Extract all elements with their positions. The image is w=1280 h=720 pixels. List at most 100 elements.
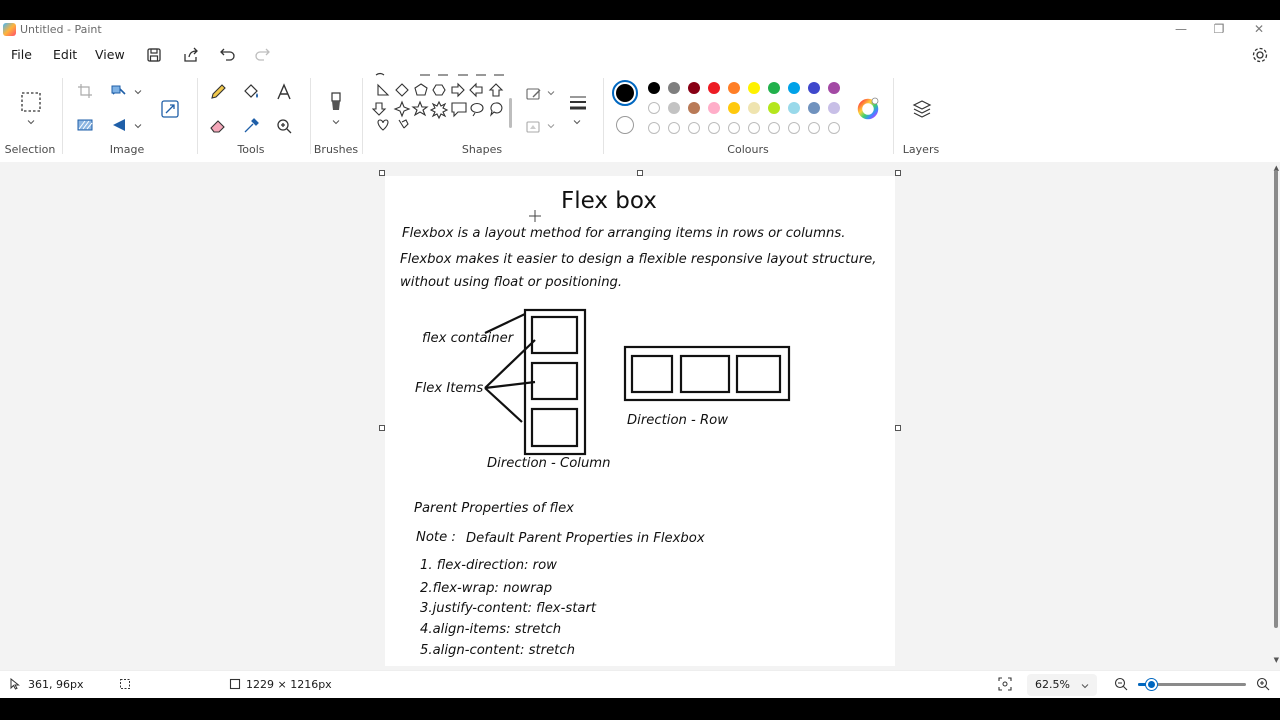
- text-tool-icon[interactable]: [274, 82, 294, 102]
- ribbon-divider: [310, 78, 311, 154]
- ribbon-divider: [362, 78, 363, 154]
- ribbon-toolbar: Selection Image Tools Brushes Shapes Col…: [0, 70, 1280, 162]
- resize-icon[interactable]: [110, 82, 128, 100]
- zoom-in-icon[interactable]: [1256, 677, 1270, 691]
- palette-colour-swatch[interactable]: [768, 102, 780, 114]
- note-text: Default Parent Properties in Flexbox: [466, 531, 705, 546]
- ribbon-divider: [197, 78, 198, 154]
- palette-colour-swatch[interactable]: [768, 82, 780, 94]
- maximize-button[interactable]: ❐: [1204, 20, 1234, 40]
- drawing-canvas[interactable]: Flex box Flexbox is a layout method for …: [385, 176, 895, 666]
- property-line-5: 5.align-content: stretch: [420, 643, 575, 658]
- edit-colours-wheel-icon[interactable]: [857, 96, 881, 120]
- palette-colour-swatch[interactable]: [808, 102, 820, 114]
- label-direction-row: Direction - Row: [627, 413, 729, 428]
- custom-colour-slot[interactable]: [728, 122, 740, 134]
- custom-colour-slot[interactable]: [668, 122, 680, 134]
- eraser-icon[interactable]: [208, 116, 228, 136]
- palette-colour-swatch[interactable]: [668, 102, 680, 114]
- menu-view[interactable]: View: [95, 47, 125, 62]
- close-button[interactable]: ✕: [1244, 20, 1274, 40]
- palette-colour-swatch[interactable]: [668, 82, 680, 94]
- custom-colour-slot[interactable]: [808, 122, 820, 134]
- palette-colour-swatch[interactable]: [828, 82, 840, 94]
- property-line-4: 4.align-items: stretch: [420, 622, 562, 637]
- shape-outline-icon[interactable]: [525, 85, 543, 103]
- shape-fill-icon[interactable]: [525, 118, 543, 136]
- share-icon[interactable]: [181, 45, 201, 65]
- zoom-slider-thumb[interactable]: [1145, 679, 1157, 690]
- custom-colour-slot[interactable]: [708, 122, 720, 134]
- primary-colour-swatch: [616, 84, 634, 102]
- fill-chevron-down-icon[interactable]: [547, 122, 555, 130]
- image-rotate-resize-icon[interactable]: [159, 98, 181, 120]
- shapes-scroll-handle[interactable]: [509, 98, 512, 128]
- palette-colour-swatch[interactable]: [748, 82, 760, 94]
- resize-chevron-down-icon[interactable]: [134, 88, 142, 96]
- magnifier-icon[interactable]: [274, 116, 294, 136]
- group-label-layers: Layers: [902, 143, 940, 156]
- menu-file[interactable]: File: [11, 47, 32, 62]
- outline-chevron-down-icon[interactable]: [547, 89, 555, 97]
- palette-colour-swatch[interactable]: [708, 82, 720, 94]
- zoom-level-value: 62.5%: [1035, 678, 1070, 691]
- selection-dropdown-chevron-down-icon[interactable]: [27, 118, 35, 126]
- rotate-chevron-down-icon[interactable]: [134, 122, 142, 130]
- brush-icon[interactable]: [325, 90, 347, 114]
- brushes-chevron-down-icon[interactable]: [332, 118, 340, 126]
- custom-colour-slot[interactable]: [748, 122, 760, 134]
- row-flex-item-3: [735, 354, 782, 394]
- resize-handle-right[interactable]: [895, 425, 901, 431]
- label-direction-column: Direction - Column: [487, 456, 611, 471]
- fill-bucket-icon[interactable]: [241, 82, 261, 102]
- zoom-level-dropdown[interactable]: 62.5%: [1027, 674, 1097, 696]
- shapes-gallery[interactable]: [372, 70, 512, 136]
- settings-gear-icon[interactable]: [1250, 45, 1270, 65]
- primary-colour-selector[interactable]: [612, 80, 638, 106]
- palette-colour-swatch[interactable]: [788, 102, 800, 114]
- save-icon[interactable]: [144, 45, 164, 65]
- label-flex-items: Flex Items: [415, 381, 484, 396]
- palette-colour-swatch[interactable]: [808, 82, 820, 94]
- parent-properties-heading: Parent Properties of flex: [414, 501, 574, 516]
- secondary-colour-selector[interactable]: [616, 116, 634, 134]
- crop-icon[interactable]: [76, 82, 94, 100]
- scroll-down-arrow-icon[interactable]: ▼: [1274, 656, 1279, 664]
- palette-colour-swatch[interactable]: [728, 102, 740, 114]
- vertical-scrollbar[interactable]: [1274, 170, 1278, 628]
- custom-colour-slot[interactable]: [688, 122, 700, 134]
- select-all-icon[interactable]: [76, 116, 94, 134]
- rectangle-select-icon[interactable]: [19, 90, 43, 114]
- palette-colour-swatch[interactable]: [688, 102, 700, 114]
- custom-colour-slot[interactable]: [828, 122, 840, 134]
- canvas-workspace[interactable]: Flex box Flexbox is a layout method for …: [0, 162, 1280, 670]
- minimize-button[interactable]: —: [1166, 20, 1196, 40]
- palette-colour-swatch[interactable]: [788, 82, 800, 94]
- items-pointer-lines: [484, 339, 536, 423]
- palette-colour-swatch[interactable]: [748, 102, 760, 114]
- column-flex-item-1: [530, 315, 579, 355]
- flip-rotate-icon[interactable]: [110, 116, 128, 134]
- fit-to-window-icon[interactable]: [998, 677, 1012, 691]
- palette-colour-swatch[interactable]: [828, 102, 840, 114]
- palette-colour-swatch[interactable]: [688, 82, 700, 94]
- palette-colour-swatch[interactable]: [728, 82, 740, 94]
- palette-colour-swatch[interactable]: [648, 82, 660, 94]
- line-size-chevron-down-icon[interactable]: [573, 118, 581, 126]
- line-size-icon[interactable]: [566, 92, 590, 114]
- menu-edit[interactable]: Edit: [53, 47, 77, 62]
- palette-colour-swatch[interactable]: [648, 102, 660, 114]
- zoom-out-icon[interactable]: [1114, 677, 1128, 691]
- undo-icon[interactable]: [218, 45, 238, 65]
- color-picker-icon[interactable]: [241, 116, 261, 136]
- status-bar: 361, 96px 1229 × 1216px 62.5%: [0, 670, 1280, 698]
- layers-icon[interactable]: [911, 98, 933, 120]
- custom-colour-slot[interactable]: [768, 122, 780, 134]
- pencil-icon[interactable]: [208, 82, 228, 102]
- palette-colour-swatch[interactable]: [708, 102, 720, 114]
- redo-icon[interactable]: [252, 45, 272, 65]
- custom-colour-slot[interactable]: [648, 122, 660, 134]
- selection-size-icon: [120, 679, 130, 689]
- custom-colour-slot[interactable]: [788, 122, 800, 134]
- resize-handle-top-right[interactable]: [895, 170, 901, 176]
